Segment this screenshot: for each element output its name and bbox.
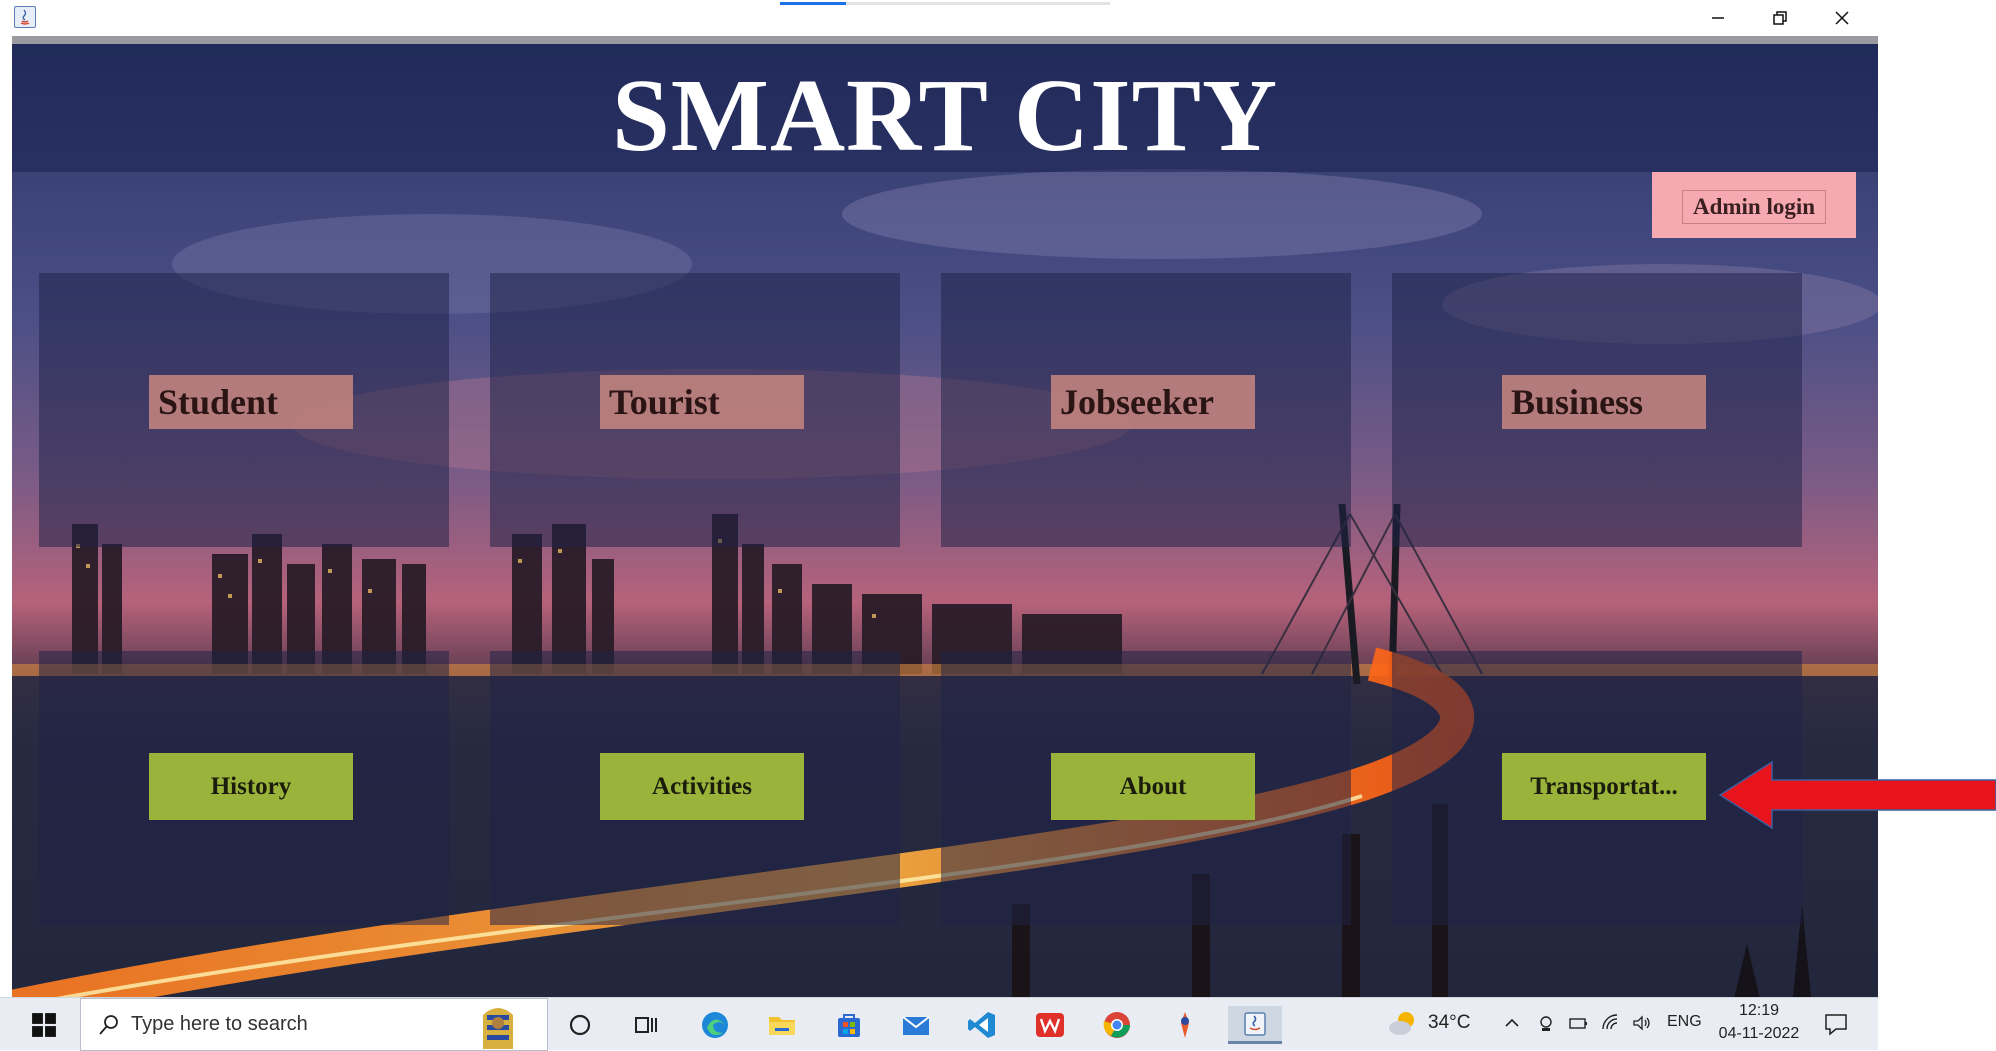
minimize-button[interactable] — [1698, 4, 1738, 32]
student-button[interactable]: Student — [149, 375, 353, 429]
tile-jobseeker: Jobseeker — [941, 273, 1351, 547]
mail-icon — [902, 1016, 930, 1035]
tile-about: About — [941, 651, 1351, 925]
taskbar-search-box[interactable]: Type here to search — [80, 998, 548, 1051]
tile-history: History — [39, 651, 449, 925]
chrome-icon — [1103, 1012, 1130, 1038]
app-icon — [1181, 1012, 1189, 1038]
taskbar-edge[interactable] — [695, 1006, 735, 1044]
tile-business: Business — [1392, 273, 1802, 547]
meet-now-icon — [1540, 1016, 1552, 1031]
about-button[interactable]: About — [1051, 753, 1255, 820]
start-button[interactable] — [18, 1008, 70, 1042]
notification-icon[interactable] — [1823, 1012, 1849, 1036]
restore-icon — [1773, 11, 1787, 25]
tray-volume[interactable] — [1632, 1012, 1652, 1034]
input-language[interactable]: ENG — [1667, 1013, 1702, 1031]
tile-activities: Activities — [490, 651, 900, 925]
wps-icon — [1036, 1013, 1064, 1037]
restore-button[interactable] — [1760, 4, 1800, 32]
weather-temperature[interactable]: 34°C — [1428, 1012, 1470, 1034]
taskbar-store[interactable] — [829, 1006, 869, 1044]
windows-logo-icon — [32, 1013, 56, 1037]
taskbar-task-view[interactable] — [626, 1006, 666, 1044]
taskbar-chrome[interactable] — [1097, 1006, 1137, 1044]
close-icon — [1835, 11, 1849, 25]
minimize-icon — [1712, 17, 1724, 19]
tourist-button[interactable]: Tourist — [600, 375, 804, 429]
taskbar-cortana[interactable] — [560, 1006, 600, 1044]
task-view-icon — [635, 1017, 657, 1033]
battery-icon — [1569, 1018, 1587, 1029]
jobseeker-button[interactable]: Jobseeker — [1051, 375, 1255, 429]
java-icon — [14, 6, 36, 28]
clock-date[interactable]: 04-11-2022 — [1714, 1025, 1804, 1043]
tile-student: Student — [39, 273, 449, 547]
app-title: SMART CITY — [611, 58, 1279, 173]
taskbar-wps[interactable] — [1030, 1006, 1070, 1044]
activities-button[interactable]: Activities — [600, 753, 804, 820]
taskbar-file-explorer[interactable] — [762, 1006, 802, 1044]
transportation-button[interactable]: Transportat... — [1502, 753, 1706, 820]
volume-icon — [1633, 1015, 1650, 1031]
tray-battery[interactable] — [1568, 1012, 1588, 1034]
java-icon — [1244, 1011, 1266, 1036]
vscode-icon — [968, 1012, 995, 1038]
window-titlebar — [0, 0, 1996, 38]
app-window: SMART CITY Admin login Student Tourist J… — [12, 36, 1878, 999]
taskbar-java-active[interactable] — [1228, 1006, 1282, 1044]
admin-login-button[interactable]: Admin login — [1682, 190, 1826, 224]
business-button[interactable]: Business — [1502, 375, 1706, 429]
store-icon — [838, 1014, 860, 1037]
search-highlight-icon — [483, 1008, 513, 1049]
taskbar: Type here to search 34°C ENG 12:19 04-11… — [0, 997, 1878, 1051]
weather-icon[interactable] — [1386, 1008, 1420, 1038]
taskbar-mail[interactable] — [896, 1006, 936, 1044]
red-arrow-annotation-icon — [1718, 760, 1996, 830]
tray-chevron-up[interactable] — [1502, 1012, 1522, 1034]
taskbar-app[interactable] — [1165, 1006, 1205, 1044]
chevron-up-icon — [1505, 1018, 1519, 1027]
cortana-icon — [569, 1014, 591, 1036]
clock-time[interactable]: 12:19 — [1714, 1002, 1804, 1020]
close-button[interactable] — [1822, 4, 1862, 32]
tray-wifi[interactable] — [1601, 1012, 1621, 1034]
edge-icon — [702, 1012, 728, 1038]
search-icon — [99, 1015, 118, 1035]
wifi-icon — [1602, 1014, 1618, 1030]
file-explorer-icon — [769, 1017, 795, 1035]
tile-tourist: Tourist — [490, 273, 900, 547]
tray-meet[interactable] — [1536, 1012, 1556, 1034]
title-tab-indicator — [780, 2, 1110, 5]
history-button[interactable]: History — [149, 753, 353, 820]
taskbar-vscode[interactable] — [962, 1006, 1002, 1044]
admin-login-panel: Admin login — [1652, 172, 1856, 238]
search-placeholder: Type here to search — [131, 1013, 308, 1035]
